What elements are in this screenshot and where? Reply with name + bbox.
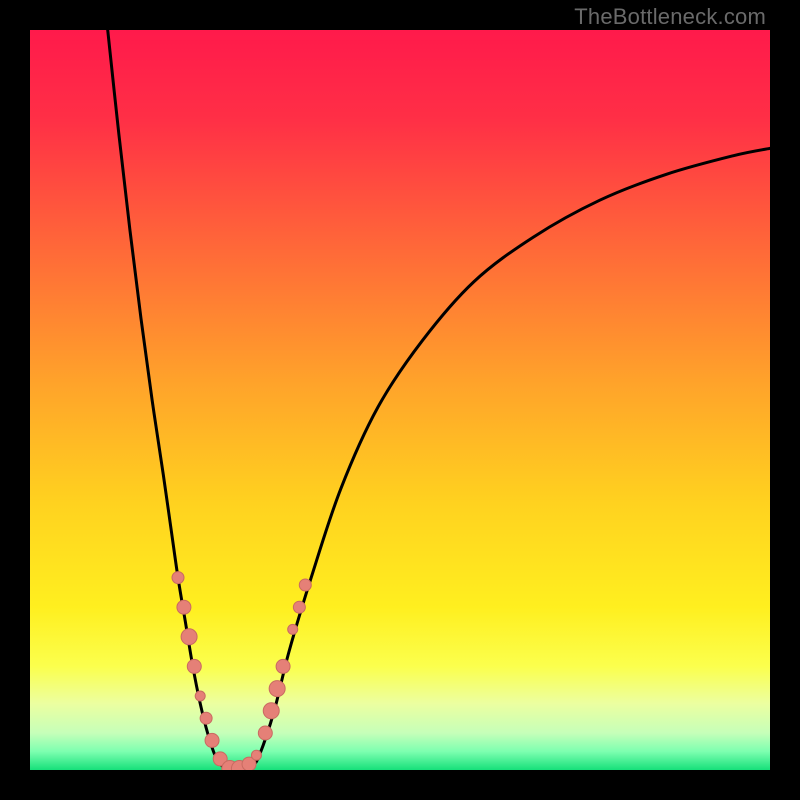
marker-point xyxy=(181,629,197,645)
marker-point xyxy=(172,572,184,584)
marker-point xyxy=(299,579,311,591)
marker-point xyxy=(293,601,305,613)
marker-point xyxy=(288,624,298,634)
markers-group xyxy=(172,572,311,770)
marker-point xyxy=(195,691,205,701)
marker-point xyxy=(258,726,272,740)
bottleneck-curve xyxy=(108,30,770,770)
curve-layer xyxy=(30,30,770,770)
marker-point xyxy=(205,733,219,747)
marker-point xyxy=(276,659,290,673)
marker-point xyxy=(200,712,212,724)
outer-frame: TheBottleneck.com xyxy=(0,0,800,800)
plot-area xyxy=(30,30,770,770)
marker-point xyxy=(177,600,191,614)
marker-point xyxy=(269,681,285,697)
marker-point xyxy=(187,659,201,673)
watermark-text: TheBottleneck.com xyxy=(574,4,766,30)
marker-point xyxy=(263,703,279,719)
marker-point xyxy=(251,750,261,760)
